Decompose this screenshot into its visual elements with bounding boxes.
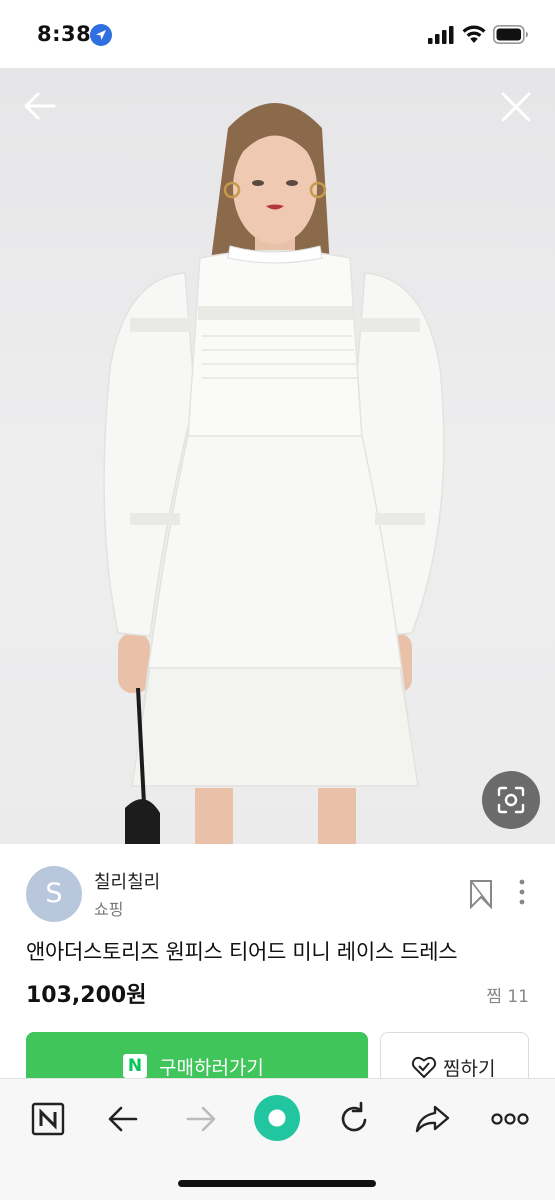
bookmark-icon[interactable]: [469, 879, 493, 909]
product-photo: [103, 103, 445, 844]
location-arrow-icon: [90, 24, 112, 46]
more-icon[interactable]: [488, 1097, 532, 1141]
seller-row: S 칠리칠리 쇼핑: [0, 844, 555, 944]
seller-avatar[interactable]: S: [26, 866, 82, 922]
home-indicator: [178, 1180, 376, 1187]
buy-button-label: 구매하러가기: [159, 1057, 264, 1079]
status-bar: 8:38: [0, 0, 555, 68]
image-search-lens-button[interactable]: [482, 771, 540, 829]
product-price: 103,200원: [26, 983, 147, 1008]
naver-logo-icon: N: [123, 1054, 147, 1078]
back-arrow-icon[interactable]: [20, 86, 60, 126]
product-title: 앤아더스토리즈 원피스 티어드 미니 레이스 드레스: [26, 940, 458, 964]
close-icon[interactable]: [497, 88, 535, 126]
status-time: 8:38: [37, 22, 92, 46]
naver-n-icon[interactable]: [28, 1097, 72, 1141]
more-vertical-icon[interactable]: [513, 878, 531, 908]
seller-name[interactable]: 칠리칠리: [94, 868, 160, 894]
cellular-signal-icon: [428, 26, 454, 44]
image-search-lens-icon: [497, 786, 525, 814]
reload-icon[interactable]: [332, 1097, 376, 1141]
battery-icon: [493, 25, 528, 44]
back-icon[interactable]: [102, 1097, 146, 1141]
share-icon[interactable]: [410, 1097, 454, 1141]
zzim-count: 찜 11: [486, 987, 529, 1007]
home-icon[interactable]: [254, 1095, 300, 1141]
seller-category: 쇼핑: [94, 900, 124, 919]
heart-check-icon: [411, 1056, 437, 1079]
product-image[interactable]: [0, 68, 555, 844]
wifi-icon: [462, 25, 486, 43]
zzim-button-label: 찜하기: [443, 1058, 496, 1080]
forward-icon[interactable]: [180, 1097, 224, 1141]
